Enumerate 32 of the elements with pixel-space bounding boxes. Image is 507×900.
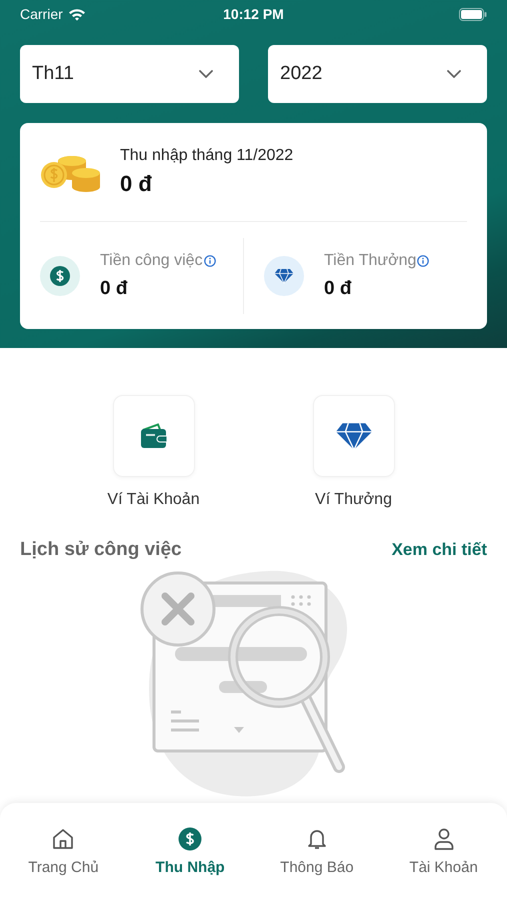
- income-amount: 0 đ: [120, 171, 153, 197]
- dollar-icon: [40, 256, 80, 296]
- earning-label: Tiền công việc: [100, 252, 203, 270]
- wallet-button[interactable]: [312, 395, 394, 477]
- diamond-icon: [334, 420, 372, 452]
- wifi-icon: [68, 8, 86, 20]
- income-title: Thu nhập tháng 11/2022: [120, 147, 294, 165]
- home-icon: [51, 827, 76, 851]
- chevron-down-icon: [199, 70, 213, 78]
- info-icon[interactable]: [204, 254, 216, 266]
- wallet-button[interactable]: [112, 395, 194, 477]
- wallet-label: Ví Thưởng: [315, 491, 392, 509]
- chevron-down-icon: [447, 70, 461, 78]
- earning-label: Tiền Thưởng: [324, 252, 416, 270]
- tab-item[interactable]: Tài Khoản: [380, 827, 507, 900]
- wallet-label: Ví Tài Khoản: [107, 491, 200, 509]
- info-icon[interactable]: [417, 254, 430, 266]
- dollar-icon: [178, 827, 202, 851]
- wallet-icon: [140, 423, 168, 449]
- carrier-label: Carrier: [20, 6, 63, 22]
- person-icon: [432, 827, 456, 851]
- dropdown[interactable]: Th11: [20, 45, 239, 103]
- dropdown[interactable]: 2022: [268, 45, 487, 103]
- earning-amount: 0 đ: [100, 278, 128, 300]
- section-title: Lịch sử công việc: [20, 539, 182, 561]
- battery-icon: [459, 8, 487, 20]
- view-details-link[interactable]: Xem chi tiết: [392, 540, 487, 560]
- clock-time: 10:12 PM: [223, 6, 284, 22]
- tab-item[interactable]: Trang Chủ: [0, 827, 127, 900]
- tab-item[interactable]: Thu Nhập: [126, 827, 254, 900]
- earning-amount: 0 đ: [324, 278, 352, 300]
- tab-item[interactable]: Thông Báo: [254, 827, 380, 900]
